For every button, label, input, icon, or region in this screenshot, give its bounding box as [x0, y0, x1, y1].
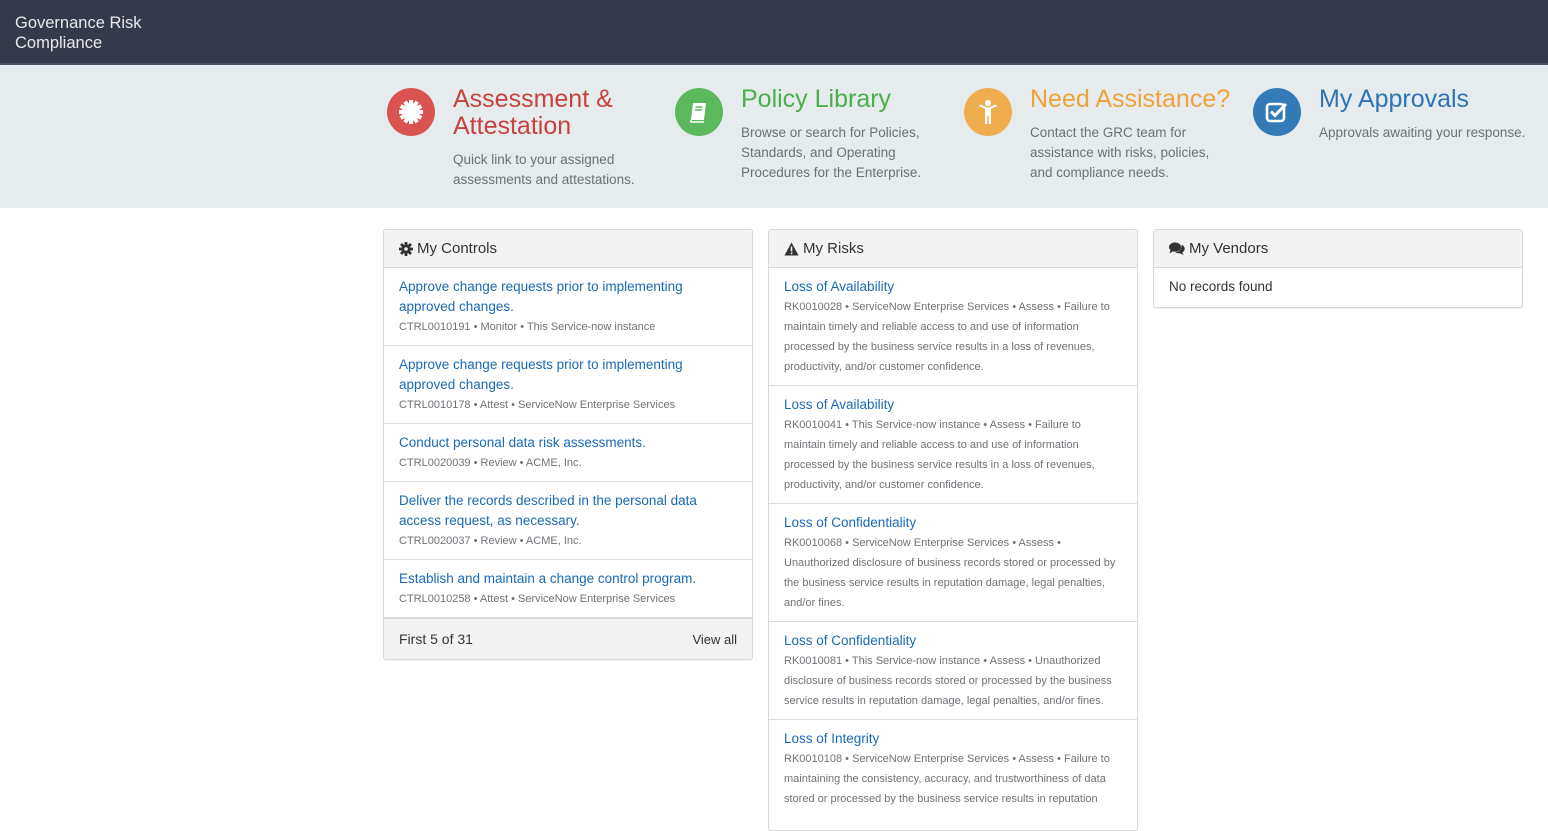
control-meta: CTRL0010191 • Monitor • This Service-now…	[399, 321, 656, 333]
list-item[interactable]: Approve change requests prior to impleme…	[384, 346, 752, 424]
control-meta: CTRL0010178 • Attest • ServiceNow Enterp…	[399, 399, 676, 411]
list-item[interactable]: Approve change requests prior to impleme…	[384, 268, 752, 346]
control-link[interactable]: Approve change requests prior to impleme…	[399, 355, 737, 395]
list-item[interactable]: Loss of Integrity RK0010108 • ServiceNow…	[769, 720, 1137, 817]
warning-icon	[784, 242, 799, 255]
risk-link[interactable]: Loss of Confidentiality	[784, 513, 1122, 533]
control-meta: CTRL0020039 • Review • ACME, Inc.	[399, 457, 582, 469]
checkbox-icon	[1253, 88, 1301, 136]
tile-title[interactable]: Assessment & Attestation	[453, 86, 628, 140]
list-item[interactable]: Establish and maintain a change control …	[384, 560, 752, 618]
my-controls-panel: My Controls Approve change requests prio…	[383, 229, 753, 660]
list-item[interactable]: Loss of Confidentiality RK0010081 • This…	[769, 622, 1137, 720]
record-count: First 5 of 31	[399, 631, 473, 647]
risk-link[interactable]: Loss of Availability	[784, 395, 1122, 415]
tile-description: Approvals awaiting your response.	[1319, 125, 1526, 140]
app-title[interactable]: Governance Risk Compliance	[15, 13, 165, 53]
gear-icon	[399, 241, 413, 256]
panel-header: My Risks	[769, 230, 1137, 268]
list-item[interactable]: Conduct personal data risk assessments. …	[384, 424, 752, 482]
top-navbar: Governance Risk Compliance	[0, 0, 1548, 65]
tile-title[interactable]: Policy Library	[741, 86, 891, 113]
person-icon	[964, 88, 1012, 136]
risk-link[interactable]: Loss of Confidentiality	[784, 631, 1122, 651]
risk-link[interactable]: Loss of Integrity	[784, 729, 1122, 749]
list-item[interactable]: Deliver the records described in the per…	[384, 482, 752, 560]
comments-icon	[1169, 241, 1185, 255]
tile-title[interactable]: Need Assistance?	[1030, 86, 1230, 113]
risk-meta: RK0010041 • This Service-now instance • …	[784, 419, 1095, 491]
panel-title: My Vendors	[1189, 240, 1269, 257]
risk-meta: RK0010028 • ServiceNow Enterprise Servic…	[784, 301, 1110, 373]
tile-description: Contact the GRC team for assistance with…	[1030, 125, 1210, 180]
control-meta: CTRL0020037 • Review • ACME, Inc.	[399, 535, 582, 547]
panel-footer: First 5 of 31 View all	[384, 618, 752, 659]
list-item[interactable]: Loss of Confidentiality RK0010068 • Serv…	[769, 504, 1137, 622]
control-link[interactable]: Deliver the records described in the per…	[399, 491, 737, 531]
control-link[interactable]: Establish and maintain a change control …	[399, 569, 737, 589]
panel-header: My Controls	[384, 230, 752, 268]
risk-meta: RK0010068 • ServiceNow Enterprise Servic…	[784, 537, 1116, 609]
control-link[interactable]: Conduct personal data risk assessments.	[399, 433, 737, 453]
panel-title: My Risks	[803, 240, 864, 257]
tile-description: Quick link to your assigned assessments …	[453, 152, 635, 187]
tile-title[interactable]: My Approvals	[1319, 86, 1469, 113]
list-item[interactable]: Loss of Availability RK0010041 • This Se…	[769, 386, 1137, 504]
control-meta: CTRL0010258 • Attest • ServiceNow Enterp…	[399, 593, 676, 605]
risk-meta: RK0010081 • This Service-now instance • …	[784, 655, 1112, 707]
empty-message: No records found	[1169, 279, 1273, 294]
book-icon	[675, 88, 723, 136]
panel-header: My Vendors	[1154, 230, 1522, 268]
control-link[interactable]: Approve change requests prior to impleme…	[399, 277, 737, 317]
my-vendors-panel: My Vendors No records found	[1153, 229, 1523, 308]
list-item[interactable]: Loss of Availability RK0010028 • Service…	[769, 268, 1137, 386]
risk-meta: RK0010108 • ServiceNow Enterprise Servic…	[784, 753, 1110, 805]
panel-title: My Controls	[417, 240, 498, 257]
risk-link[interactable]: Loss of Availability	[784, 277, 1122, 297]
tile-description: Browse or search for Policies, Standards…	[741, 125, 922, 180]
quick-links-banner: Assessment & Attestation Quick link to y…	[0, 65, 1548, 208]
badge-icon	[387, 88, 435, 136]
view-all-button[interactable]: View all	[692, 632, 737, 647]
my-risks-panel: My Risks Loss of Availability RK0010028 …	[768, 229, 1138, 831]
